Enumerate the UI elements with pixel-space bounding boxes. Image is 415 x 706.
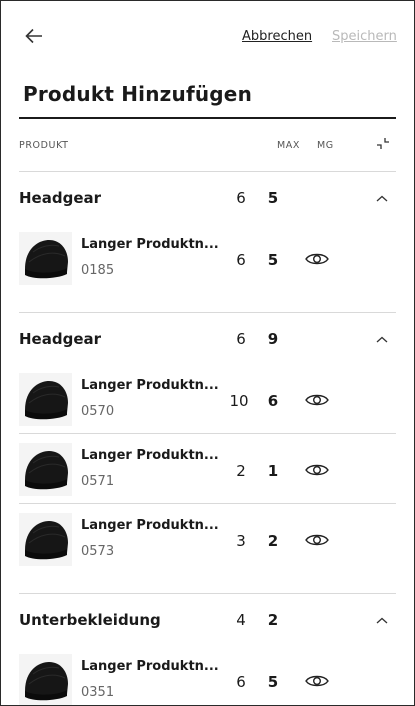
eye-icon[interactable]: [305, 392, 329, 408]
group-name: Headgear: [19, 330, 102, 348]
product-max: 6: [236, 673, 246, 691]
product-number: 0351: [81, 685, 115, 700]
product-name: Langer Produktn...: [81, 518, 219, 533]
product-image: [19, 654, 72, 705]
group-max: 6: [236, 330, 246, 348]
group-qty: 5: [267, 189, 279, 207]
product-name: Langer Produktn...: [81, 659, 219, 674]
eye-icon[interactable]: [305, 251, 329, 267]
divider: [19, 503, 396, 504]
product-image: [19, 373, 72, 426]
product-name: Langer Produktn...: [81, 448, 219, 463]
collapse-icon[interactable]: [375, 136, 391, 152]
product-max: 2: [236, 462, 246, 480]
group-max: 6: [236, 189, 246, 207]
top-bar: Abbrechen Speichern: [1, 1, 414, 71]
group-max: 4: [236, 611, 246, 629]
product-qty: 5: [267, 673, 279, 691]
divider: [19, 593, 396, 594]
column-header-qty: MG: [317, 140, 334, 151]
product-number: 0573: [81, 544, 115, 559]
page-title: Produkt Hinzufügen: [23, 82, 253, 106]
cancel-button[interactable]: Abbrechen: [242, 29, 312, 44]
product-qty: 2: [267, 532, 279, 550]
divider: [19, 312, 396, 313]
save-button[interactable]: Speichern: [332, 29, 397, 44]
list-item[interactable]: Langer Produktn... 0351 6 5: [1, 648, 414, 705]
chevron-up-icon[interactable]: [375, 335, 389, 345]
chevron-up-icon[interactable]: [375, 616, 389, 626]
arrow-left-icon[interactable]: [23, 25, 45, 47]
list-item[interactable]: Langer Produktn... 0570 10 6: [1, 367, 414, 433]
column-header-product: PRODUKT: [19, 140, 69, 151]
product-image: [19, 232, 72, 285]
product-max: 6: [236, 251, 246, 269]
product-max: 10: [229, 392, 249, 410]
eye-icon[interactable]: [305, 532, 329, 548]
group-name: Unterbekleidung: [19, 611, 161, 629]
product-number: 0185: [81, 263, 115, 278]
eye-icon[interactable]: [305, 462, 329, 478]
product-qty: 5: [267, 251, 279, 269]
column-header-max: MAX: [277, 140, 301, 151]
product-image: [19, 513, 72, 566]
eye-icon[interactable]: [305, 673, 329, 689]
product-number: 0571: [81, 474, 115, 489]
title-divider: [19, 117, 396, 119]
list-item[interactable]: Langer Produktn... 0185 6 5: [1, 226, 414, 292]
product-qty: 6: [267, 392, 279, 410]
list-item[interactable]: Langer Produktn... 0571 2 1: [1, 437, 414, 503]
divider: [19, 171, 396, 172]
product-max: 3: [236, 532, 246, 550]
chevron-up-icon[interactable]: [375, 194, 389, 204]
product-name: Langer Produktn...: [81, 237, 219, 252]
product-name: Langer Produktn...: [81, 378, 219, 393]
group-qty: 2: [267, 611, 279, 629]
product-image: [19, 443, 72, 496]
group-name: Headgear: [19, 189, 102, 207]
product-qty: 1: [267, 462, 279, 480]
list-item[interactable]: Langer Produktn... 0573 3 2: [1, 507, 414, 573]
product-number: 0570: [81, 404, 115, 419]
app-frame: Abbrechen Speichern Produkt Hinzufügen P…: [0, 0, 415, 706]
divider: [19, 433, 396, 434]
group-qty: 9: [267, 330, 279, 348]
